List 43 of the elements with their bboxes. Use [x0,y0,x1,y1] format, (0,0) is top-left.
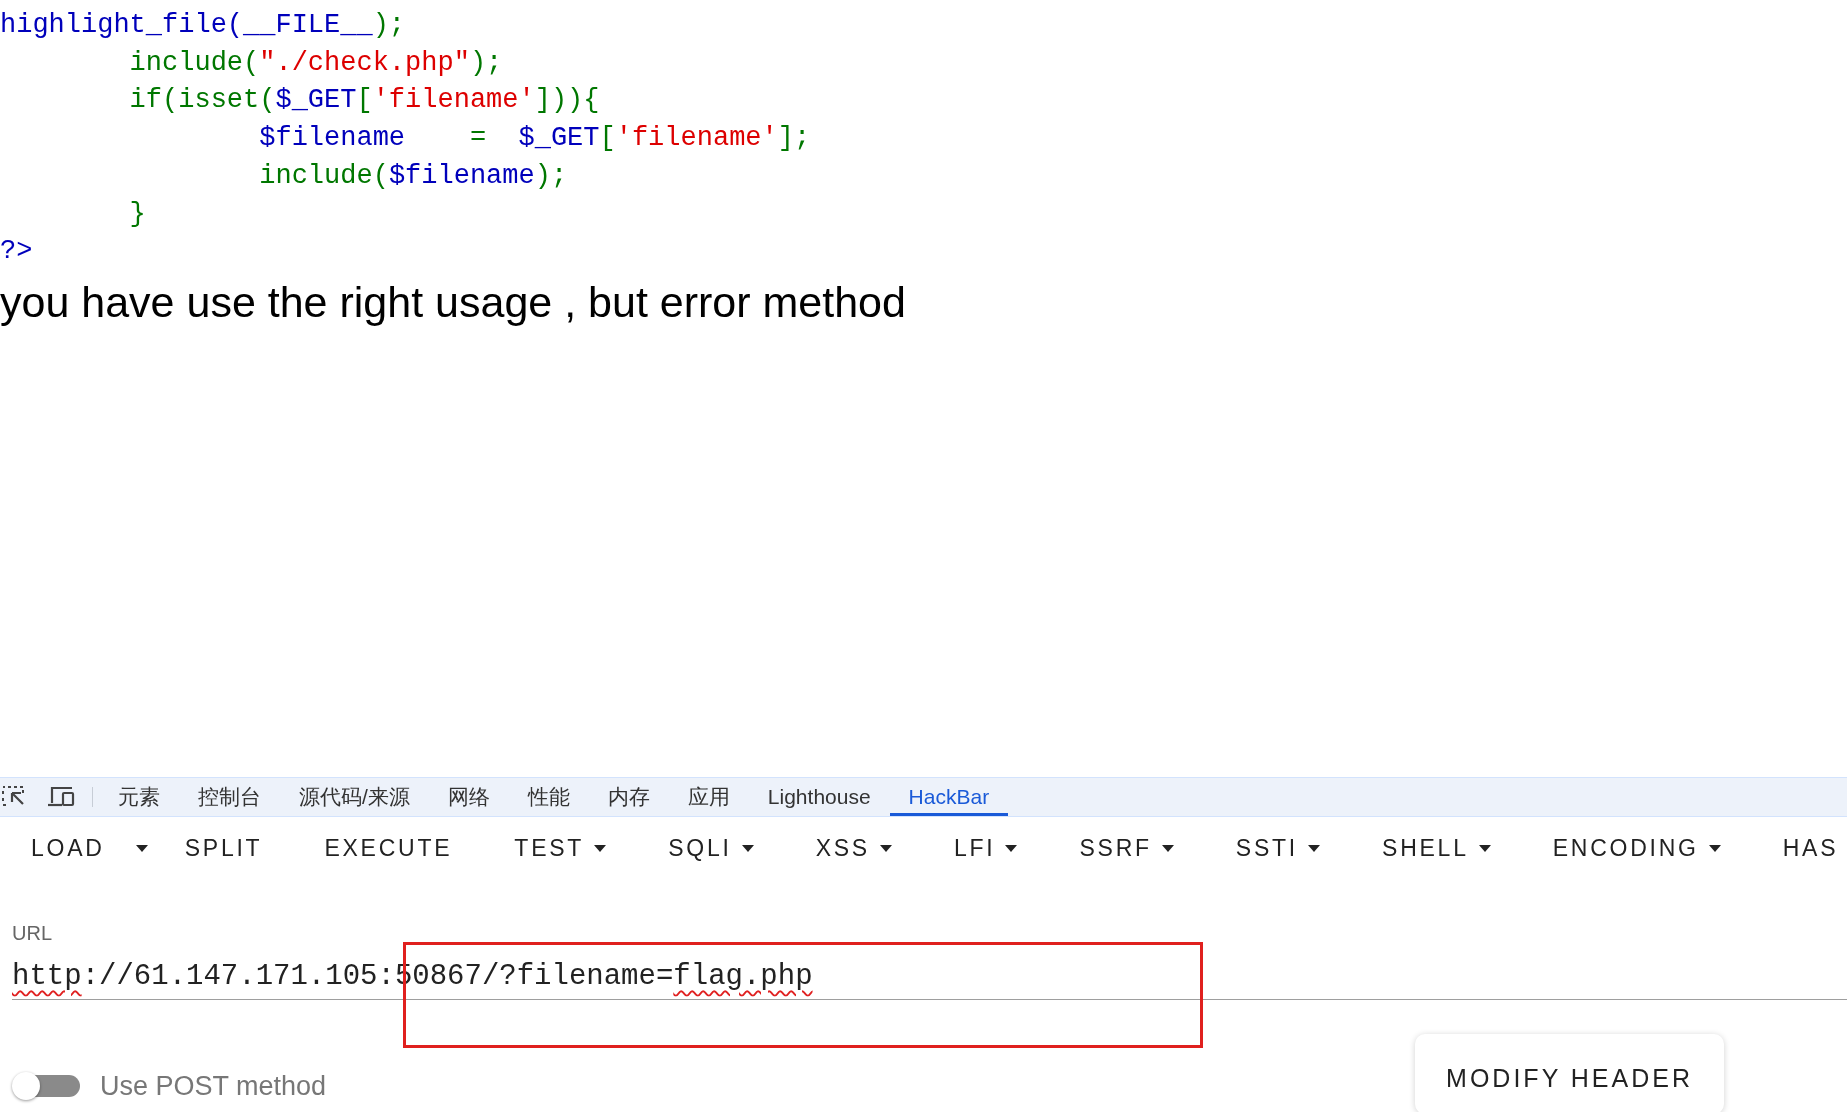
devtools-tab[interactable]: 元素 [99,778,179,816]
caret-icon [1478,845,1491,852]
device-icon[interactable] [46,784,76,809]
toolbar-button[interactable]: SHELL [1351,818,1522,879]
post-toggle[interactable] [12,1071,80,1100]
post-method-label: Use POST method [100,1069,327,1102]
code-line: } [128,197,146,231]
toolbar-button[interactable]: XSS [784,818,923,879]
devtools-tab[interactable]: 控制台 [179,778,280,816]
code-line: include($filename); [258,159,568,193]
toolbar-button[interactable]: ENCODING [1521,818,1752,879]
toolbar-button[interactable]: SPLIT [153,818,294,879]
toolbar-button[interactable]: SQLI [637,818,785,879]
devtools-tab[interactable]: 源代码/来源 [280,778,429,816]
code-line: include("./check.php"); [128,46,503,80]
toolbar-button[interactable]: SSTI [1204,818,1352,879]
caret-icon [594,845,607,852]
modify-header-button[interactable]: MODIFY HEADER [1415,1033,1724,1112]
toolbar-button[interactable]: EXECUTE [293,818,484,879]
devtools-tab[interactable]: 网络 [428,778,509,816]
toolbar-button[interactable]: HAS [1751,818,1847,879]
code-line: $filename = $_GET['filename']; [258,122,811,156]
caret-icon [879,845,892,852]
message-text: you have use the right usage , but error method [0,276,906,327]
devtools-tab[interactable]: 应用 [668,778,749,816]
toolbar-button[interactable]: TEST [483,818,638,879]
caret-icon [1308,845,1321,852]
devtools-tab[interactable]: HackBar [889,778,1009,816]
caret-icon [1161,845,1174,852]
caret-icon [1708,845,1721,852]
code-line: highlight_file(__FILE__); [0,9,406,42]
devtools-tab[interactable]: Lighthouse [748,778,890,816]
caret-icon [135,845,148,852]
toolbar-button[interactable]: SSRF [1048,818,1205,879]
devtools-tab[interactable]: 性能 [508,778,589,816]
caret-icon [1005,845,1018,852]
caret-icon [741,845,754,852]
code-line: if(isset($_GET['filename'])){ [128,84,600,118]
toolbar-button[interactable]: LOAD [0,818,136,879]
code-line: ?> [0,235,33,269]
url-label: URL [12,920,52,945]
devtools-tab[interactable]: 内存 [588,778,669,816]
toolbar-button[interactable]: LFI [922,818,1049,879]
